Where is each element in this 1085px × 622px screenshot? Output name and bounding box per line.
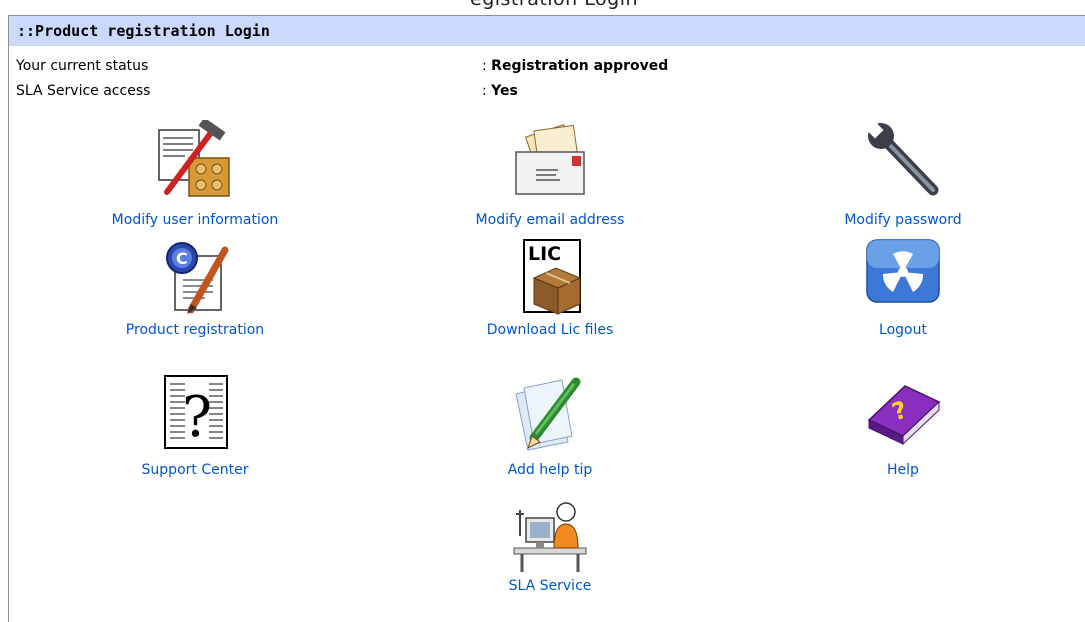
tile-label[interactable]: Logout	[783, 322, 1023, 338]
current-status-text: Registration approved	[491, 58, 669, 74]
pen-paper-icon[interactable]	[510, 372, 590, 452]
question-document-icon[interactable]: ?	[155, 372, 235, 452]
tile-label[interactable]: Product registration	[75, 322, 315, 338]
license-package-icon[interactable]: LIC	[510, 236, 590, 316]
panel-title: ::Product registration Login	[17, 22, 270, 40]
wrench-icon[interactable]	[863, 120, 943, 200]
tile-label[interactable]: Add help tip	[430, 462, 670, 478]
page-header-fragment: egistration Login	[470, 0, 638, 10]
tile-label[interactable]: Support Center	[75, 462, 315, 478]
support-desk-icon[interactable]	[510, 496, 590, 576]
tile-label[interactable]: Modify password	[783, 212, 1023, 228]
svg-text:?: ?	[182, 385, 212, 450]
envelope-icon[interactable]	[510, 120, 590, 200]
sla-access-label: SLA Service access	[16, 83, 151, 99]
panel-title-bar: ::Product registration Login	[9, 16, 1085, 46]
current-status-label: Your current status	[16, 58, 149, 74]
tile-label[interactable]: SLA Service	[430, 578, 670, 594]
sla-access-text: Yes	[491, 83, 518, 99]
svg-text:C: C	[176, 249, 188, 268]
tile-label[interactable]: Modify user information	[75, 212, 315, 228]
svg-text:LIC: LIC	[528, 243, 561, 265]
tools-document-icon[interactable]	[155, 120, 235, 200]
current-status-value: : Registration approved	[482, 58, 669, 74]
tile-label[interactable]: Modify email address	[430, 212, 670, 228]
certificate-pen-icon[interactable]: C	[155, 236, 235, 316]
help-book-icon[interactable]: ?	[863, 372, 943, 452]
tile-label[interactable]: Help	[783, 462, 1023, 478]
tile-label[interactable]: Download Lic files	[430, 322, 670, 338]
sla-access-value: : Yes	[482, 83, 518, 99]
radiation-logout-icon[interactable]	[863, 236, 943, 316]
